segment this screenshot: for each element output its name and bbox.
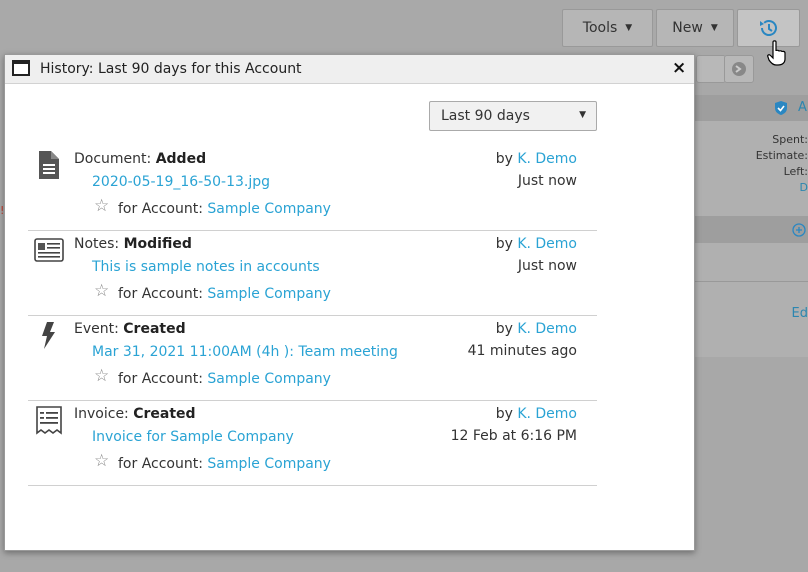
history-entry: Document: Added 2020-05-19_16-50-13.jpg …	[28, 145, 597, 231]
user-link[interactable]: K. Demo	[517, 151, 577, 167]
entry-action: Added	[155, 151, 207, 167]
history-entry: Event: Created Mar 31, 2021 11:00AM (4h …	[28, 315, 597, 401]
for-account-label: for Account:	[118, 456, 208, 472]
entry-subject-link[interactable]: Mar 31, 2021 11:00AM (4h ): Team meeting	[92, 344, 398, 360]
entry-action: Modified	[123, 236, 192, 252]
shield-check-icon	[775, 101, 787, 115]
user-link[interactable]: K. Demo	[517, 406, 577, 422]
tools-button-label: Tools	[582, 20, 618, 36]
entry-action: Created	[123, 321, 186, 337]
panel-divider	[690, 281, 808, 282]
entry-author: by K. Demo	[496, 321, 577, 337]
estimate-label: Estimate:	[755, 149, 808, 162]
account-link[interactable]: Sample Company	[207, 456, 331, 472]
by-label: by	[495, 236, 518, 252]
left-label: Left:	[783, 165, 808, 178]
entry-account: for Account: Sample Company	[118, 371, 331, 387]
user-link[interactable]: K. Demo	[517, 321, 577, 337]
period-select[interactable]: Last 90 days ▼	[429, 101, 597, 131]
entry-timestamp: Just now	[517, 173, 577, 189]
panel-header-text: A	[798, 100, 807, 115]
entry-account: for Account: Sample Company	[118, 201, 331, 217]
spent-label: Spent:	[772, 133, 808, 146]
entry-type: Event:	[74, 321, 124, 337]
star-icon[interactable]: ☆	[94, 453, 109, 470]
notes-icon	[34, 238, 64, 262]
add-circle-icon[interactable]	[792, 223, 806, 237]
by-label: by	[495, 406, 518, 422]
panel-link[interactable]: D	[800, 181, 808, 194]
user-link[interactable]: K. Demo	[517, 236, 577, 252]
entry-title: Notes: Modified	[74, 236, 192, 252]
entry-subject-link[interactable]: 2020-05-19_16-50-13.jpg	[92, 174, 270, 190]
for-account-label: for Account:	[118, 371, 208, 387]
entry-author: by K. Demo	[496, 236, 577, 252]
entry-timestamp: Just now	[517, 258, 577, 274]
dialog-title: History: Last 90 days for this Account	[40, 61, 302, 77]
dialog-titlebar[interactable]: History: Last 90 days for this Account ×	[5, 55, 694, 84]
entry-subject-link[interactable]: Invoice for Sample Company	[92, 429, 294, 445]
arrow-right-icon	[732, 62, 746, 76]
history-entry: Invoice: Created Invoice for Sample Comp…	[28, 400, 597, 486]
entry-type: Invoice:	[74, 406, 134, 422]
new-button[interactable]: New ▼	[656, 9, 734, 47]
chevron-down-icon: ▼	[625, 23, 633, 33]
invoice-icon	[36, 406, 62, 435]
entry-subject-link[interactable]: This is sample notes in accounts	[92, 259, 320, 275]
account-link[interactable]: Sample Company	[207, 371, 331, 387]
forward-button[interactable]	[724, 55, 754, 83]
entry-account: for Account: Sample Company	[118, 456, 331, 472]
entry-author: by K. Demo	[496, 406, 577, 422]
entry-type: Notes:	[74, 236, 124, 252]
period-select-value: Last 90 days	[441, 108, 530, 124]
account-link[interactable]: Sample Company	[207, 286, 331, 302]
panel-header: A	[690, 95, 808, 121]
entry-timestamp: 12 Feb at 6:16 PM	[450, 428, 577, 444]
by-label: by	[495, 321, 518, 337]
history-entry: Notes: Modified This is sample notes in …	[28, 230, 597, 316]
edit-link[interactable]: Ed	[792, 306, 808, 321]
history-icon	[759, 20, 777, 36]
document-icon	[39, 151, 59, 179]
close-button[interactable]: ×	[672, 58, 686, 78]
back-button[interactable]	[696, 55, 726, 83]
entry-title: Document: Added	[74, 151, 206, 167]
for-account-label: for Account:	[118, 201, 208, 217]
entry-title: Event: Created	[74, 321, 186, 337]
tools-button[interactable]: Tools ▼	[562, 9, 653, 47]
entry-account: for Account: Sample Company	[118, 286, 331, 302]
chevron-down-icon: ▼	[579, 110, 586, 120]
panel-section-header	[690, 216, 808, 243]
history-dialog: History: Last 90 days for this Account ×…	[4, 54, 695, 551]
lightning-icon	[42, 322, 55, 349]
entry-title: Invoice: Created	[74, 406, 196, 422]
by-label: by	[495, 151, 518, 167]
hand-cursor-icon	[767, 40, 786, 66]
chevron-down-icon: ▼	[710, 23, 718, 33]
entry-timestamp: 41 minutes ago	[467, 343, 577, 359]
new-button-label: New	[672, 20, 703, 36]
for-account-label: for Account:	[118, 286, 208, 302]
star-icon[interactable]: ☆	[94, 198, 109, 215]
app-toolbar: Tools ▼ New ▼	[0, 0, 808, 50]
account-link[interactable]: Sample Company	[207, 201, 331, 217]
entry-author: by K. Demo	[496, 151, 577, 167]
account-side-panel: A Spent: Estimate: Left: D Ed	[690, 95, 808, 357]
entry-action: Created	[133, 406, 196, 422]
star-icon[interactable]: ☆	[94, 283, 109, 300]
star-icon[interactable]: ☆	[94, 368, 109, 385]
entry-type: Document:	[74, 151, 156, 167]
window-icon	[12, 60, 30, 76]
